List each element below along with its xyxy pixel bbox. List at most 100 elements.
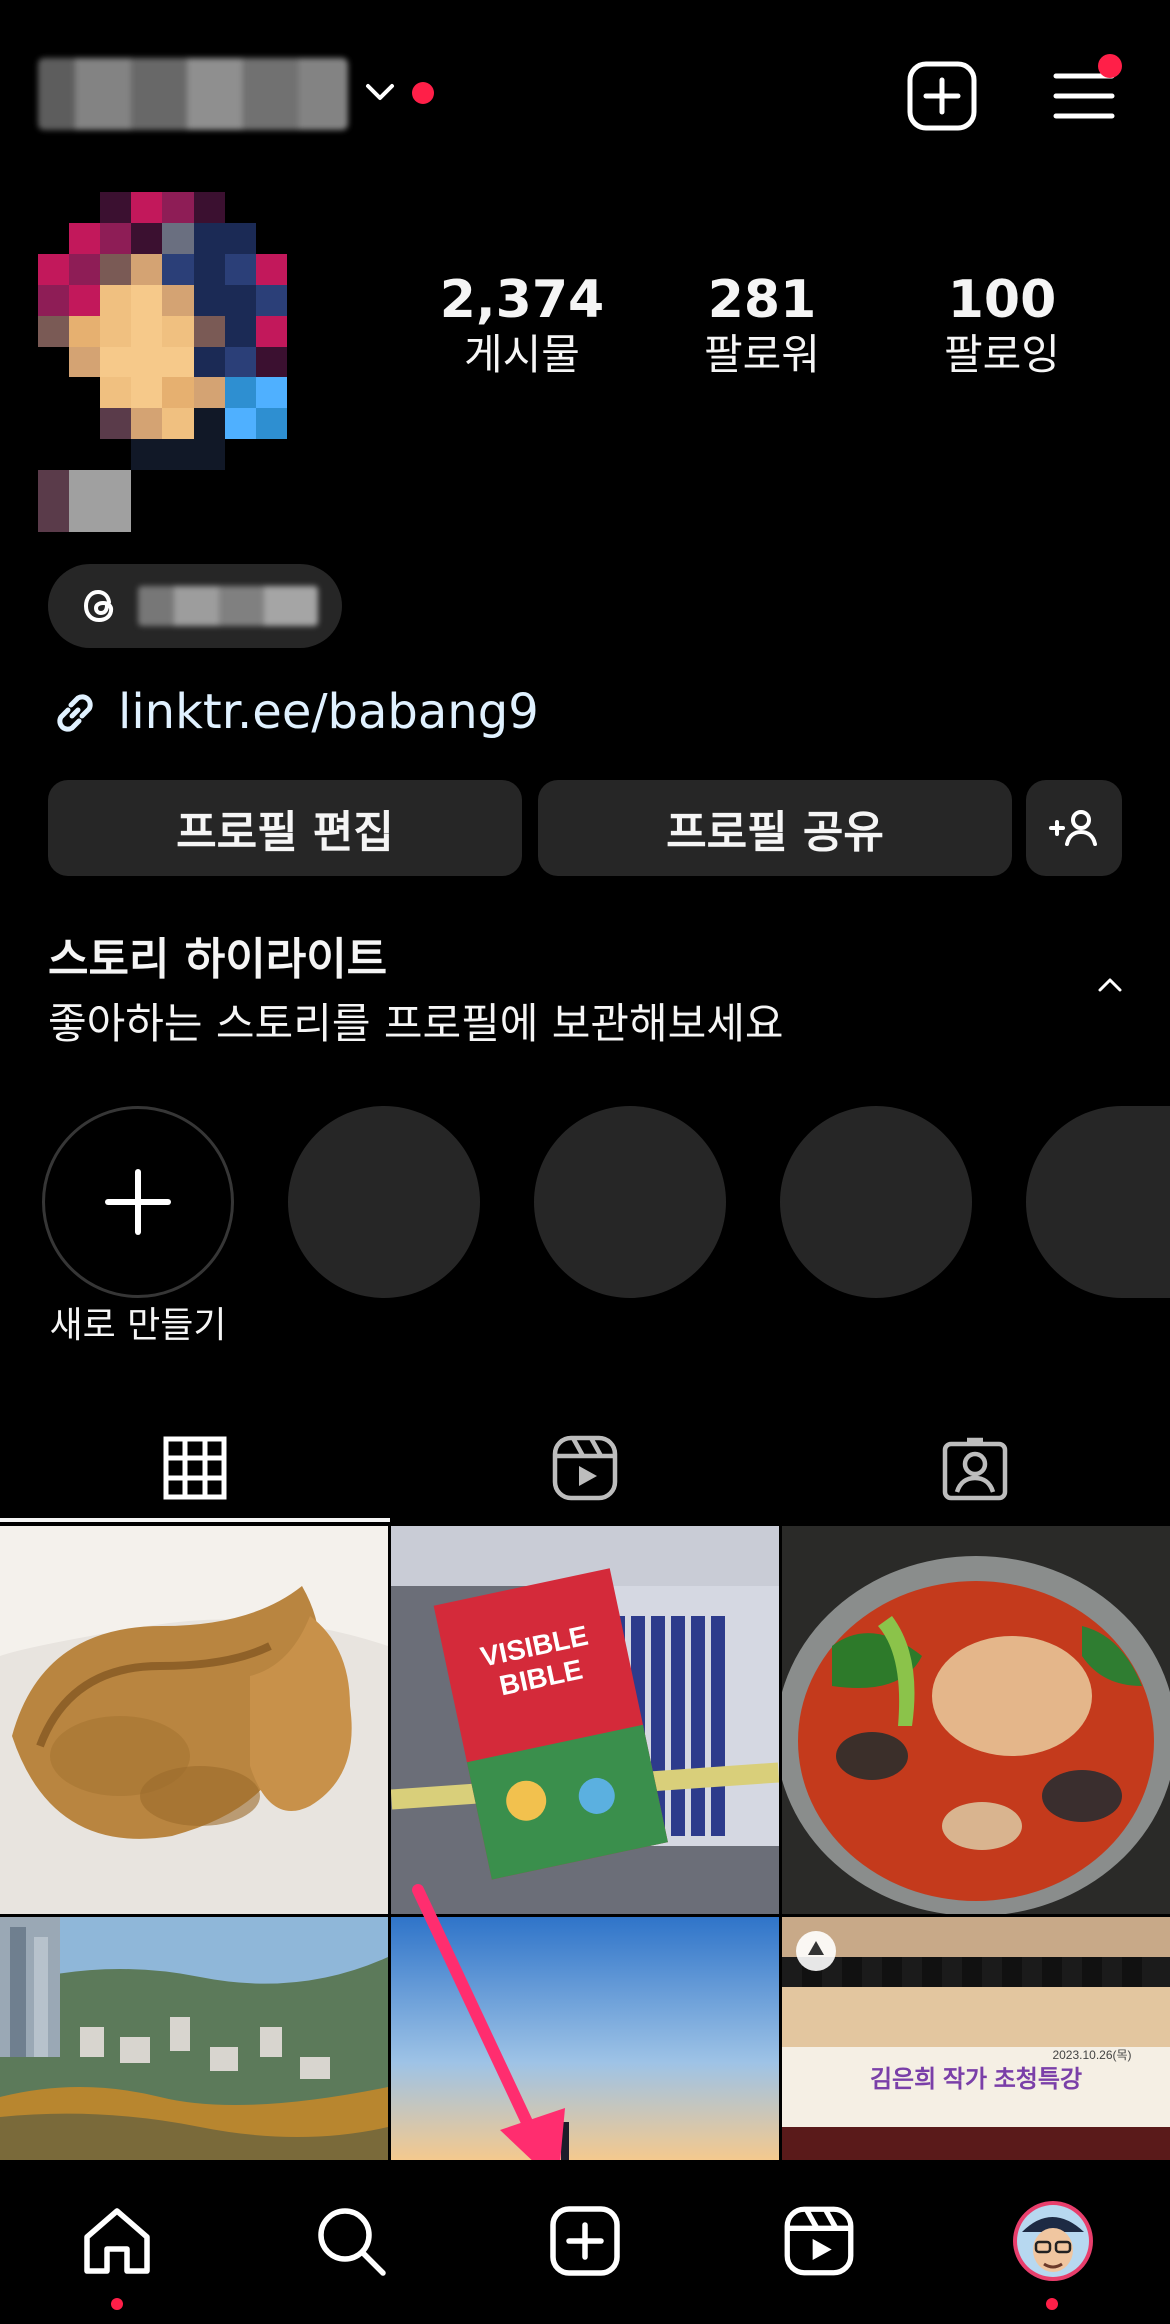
menu-notification-dot: [1098, 54, 1122, 78]
edit-profile-button[interactable]: 프로필 편집: [48, 780, 522, 876]
chevron-up-icon[interactable]: [1092, 972, 1128, 996]
avatar-pixel: [286, 470, 318, 502]
post-thumbnail[interactable]: [0, 1526, 388, 1914]
plus-icon: [105, 1169, 171, 1235]
posts-count[interactable]: 2,374 게시물: [402, 270, 642, 382]
avatar-pixel: [69, 408, 101, 440]
avatar-pixel: [224, 408, 256, 440]
lecture-hall-photo: 김은희 작가 초청특강 2023.10.26(목): [782, 1917, 1170, 2160]
nav-search[interactable]: [306, 2196, 396, 2286]
tagged-icon: [942, 1437, 1008, 1501]
jjamppong-photo: [782, 1526, 1170, 1914]
avatar-pixel: [224, 222, 256, 254]
avatar-pixel: [193, 470, 225, 502]
avatar-pixel: [193, 253, 225, 285]
avatar-pixel: [100, 253, 132, 285]
home-active-dot: [111, 2298, 123, 2310]
post-thumbnail[interactable]: [782, 1526, 1170, 1914]
share-profile-button[interactable]: 프로필 공유: [538, 780, 1012, 876]
city-view-photo: [0, 1917, 388, 2160]
tab-tagged[interactable]: [780, 1420, 1170, 1516]
post-thumbnail[interactable]: 김은희 작가 초청특강 2023.10.26(목): [782, 1917, 1170, 2160]
following-count[interactable]: 100 팔로잉: [882, 270, 1122, 382]
avatar-pixel: [255, 315, 287, 347]
profile-notification-dot: [1046, 2298, 1058, 2310]
new-highlight-label: 새로 만들기: [49, 1305, 227, 1346]
avatar-pixel: [193, 192, 225, 223]
avatar-pixel: [100, 192, 132, 223]
following-count-value: 100: [947, 270, 1057, 330]
avatar-pixel: [224, 501, 256, 532]
avatar-pixel: [131, 315, 163, 347]
highlight-placeholder: [288, 1106, 480, 1298]
avatar-pixel: [131, 439, 163, 471]
avatar-pixel: [162, 439, 194, 471]
reels-icon: [552, 1435, 618, 1501]
visible-bible-photo: VISIBLE BIBLE: [391, 1526, 779, 1914]
threads-icon: [83, 589, 114, 623]
avatar-pixel: [286, 222, 318, 254]
avatar-pixel: [100, 470, 132, 502]
avatar-pixel: [224, 377, 256, 409]
nav-reels[interactable]: [774, 2196, 864, 2286]
post-thumbnail[interactable]: [0, 1917, 388, 2160]
nav-home[interactable]: [72, 2196, 162, 2286]
profile-avatar[interactable]: [38, 192, 318, 532]
grid-icon: [163, 1436, 227, 1500]
avatar-pixel: [162, 222, 194, 254]
avatar-pixel: [224, 439, 256, 471]
avatar-pixel: [224, 315, 256, 347]
avatar-pixel: [224, 192, 256, 223]
notification-dot: [412, 82, 434, 104]
avatar-pixel: [131, 284, 163, 316]
avatar-pixel: [69, 439, 101, 471]
avatar-pixel: [38, 408, 70, 440]
avatar-pixel: [255, 346, 287, 378]
nav-create[interactable]: [540, 2196, 630, 2286]
chevron-down-icon[interactable]: [364, 80, 396, 104]
avatar-pixel: [193, 439, 225, 471]
avatar-pixel: [100, 346, 132, 378]
avatar-pixel: [286, 377, 318, 409]
avatar-pixel: [162, 501, 194, 532]
avatar-pixel: [193, 408, 225, 440]
avatar-pixel: [162, 470, 194, 502]
tab-posts-grid[interactable]: [0, 1420, 390, 1516]
create-post-icon[interactable]: [906, 60, 978, 132]
avatar-pixel: [131, 470, 163, 502]
highlights-subtitle: 좋아하는 스토리를 프로필에 보관해보세요: [48, 999, 784, 1048]
avatar-pixel: [69, 253, 101, 285]
discover-people-button[interactable]: [1026, 780, 1122, 876]
tab-reels[interactable]: [390, 1420, 780, 1516]
avatar-pixel: [193, 315, 225, 347]
username-redacted[interactable]: [38, 58, 348, 130]
avatar-pixel: [193, 377, 225, 409]
profile-link[interactable]: linktr.ee/babang9: [118, 680, 539, 744]
threads-username-redacted: [138, 586, 318, 626]
followers-count[interactable]: 281 팔로워: [642, 271, 882, 382]
avatar-pixel: [162, 408, 194, 440]
avatar-pixel: [255, 470, 287, 502]
posts-count-value: 2,374: [439, 270, 605, 330]
avatar-pixel: [255, 284, 287, 316]
avatar-pixel: [286, 346, 318, 378]
active-tab-indicator: [0, 1518, 390, 1522]
avatar-pixel: [69, 346, 101, 378]
avatar-pixel: [255, 408, 287, 440]
avatar-pixel: [38, 470, 70, 502]
post-thumbnail[interactable]: VISIBLE BIBLE: [391, 1526, 779, 1914]
add-person-icon: [1049, 810, 1097, 846]
new-highlight-button[interactable]: [42, 1106, 234, 1298]
avatar-pixel: [38, 222, 70, 254]
nav-profile[interactable]: [1008, 2196, 1098, 2286]
avatar-pixel: [162, 192, 194, 223]
avatar-pixel: [38, 253, 70, 285]
avatar-pixel: [286, 439, 318, 471]
highlights-title: 스토리 하이라이트: [48, 934, 388, 985]
avatar-pixel: [100, 377, 132, 409]
avatar-pixel: [100, 501, 132, 532]
avatar-pixel: [131, 222, 163, 254]
highlight-placeholder: [780, 1106, 972, 1298]
following-count-label: 팔로잉: [944, 330, 1060, 380]
avatar-pixel: [286, 253, 318, 285]
